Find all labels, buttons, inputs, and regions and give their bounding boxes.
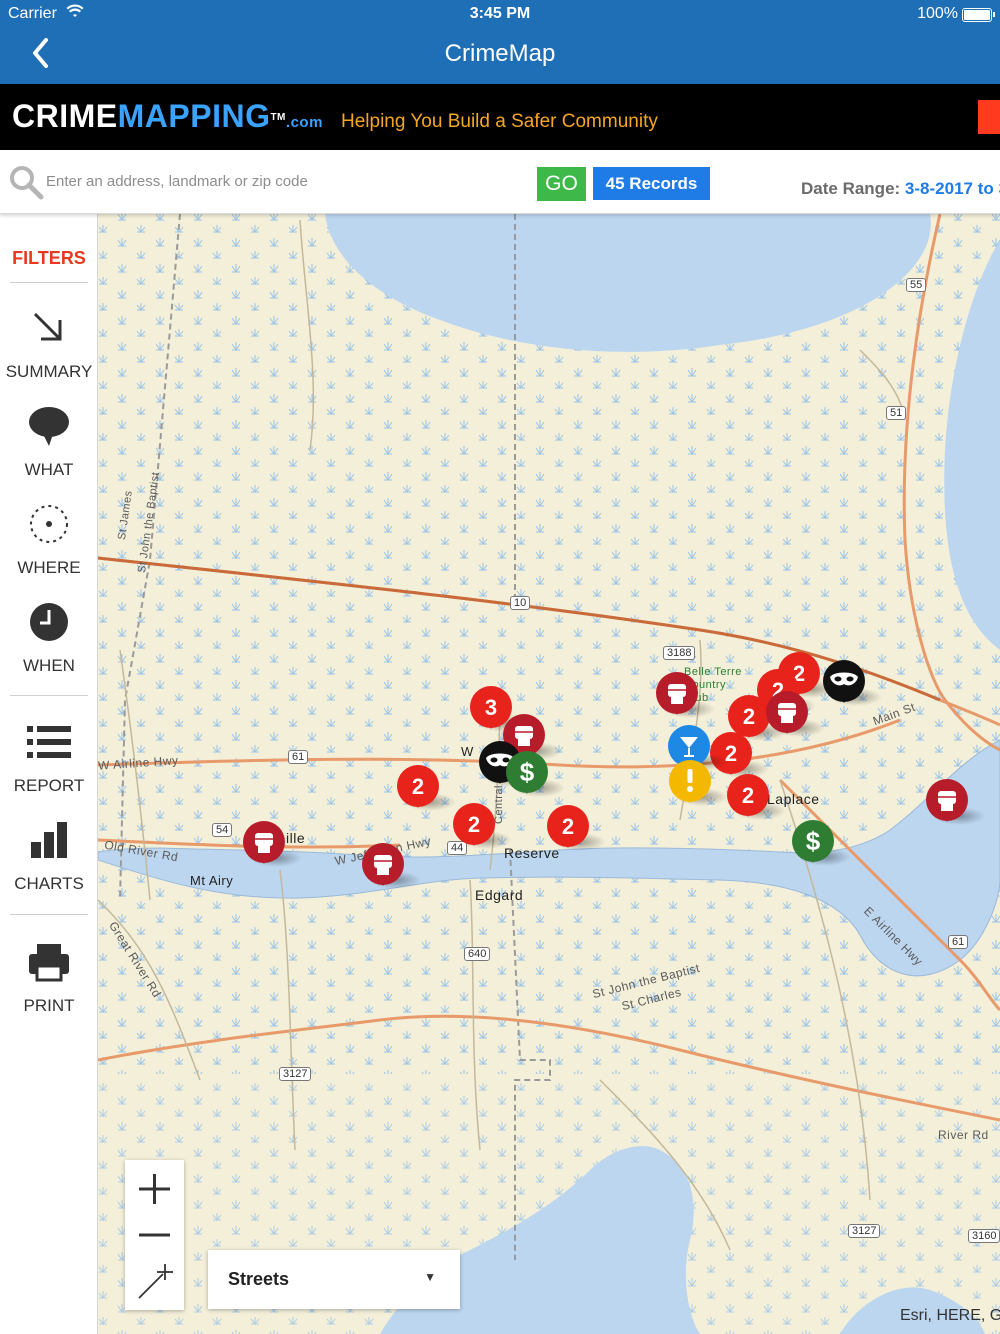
printer-icon <box>29 944 69 982</box>
highway-shield: 61 <box>948 935 969 949</box>
sidebar-item-report[interactable]: REPORT <box>0 720 98 796</box>
plus-icon <box>139 1174 170 1204</box>
highway-shield: 3188 <box>663 646 696 660</box>
location-target-icon <box>30 505 68 543</box>
sidebar-item-label: REPORT <box>13 776 85 795</box>
highway-shield: 10 <box>510 596 531 610</box>
records-button[interactable]: 45 Records <box>593 167 710 200</box>
sidebar-item-summary[interactable]: SUMMARY <box>0 306 98 382</box>
sidebar-item-charts[interactable]: CHARTS <box>0 818 98 894</box>
map-attribution: Esri, HERE, G <box>900 1307 1000 1324</box>
mask-icon <box>830 672 858 686</box>
crime-map[interactable]: Laplace Reserve Edgard Mt Airy ille W Ai… <box>98 214 1000 1334</box>
sidebar-item-label: CHARTS <box>14 874 84 893</box>
page-title: CrimeMap <box>444 40 556 67</box>
sidebar-item-label: SUMMARY <box>5 362 93 381</box>
cluster-count: 2 <box>562 814 574 839</box>
map-label: Mt Airy <box>190 873 234 888</box>
nav-bar: Carrier 3:45 PM 100% CrimeMap <box>0 0 1000 84</box>
basemap-select[interactable]: Streets ▼ <box>208 1250 460 1309</box>
sidebar-item-what[interactable]: WHAT <box>0 404 98 480</box>
minus-icon <box>139 1233 170 1237</box>
cluster-count: 3 <box>485 695 497 720</box>
sidebar-divider <box>10 282 88 283</box>
exclamation-icon <box>687 769 693 792</box>
cluster-count: 2 <box>743 704 755 729</box>
cluster-count: 2 <box>742 783 754 808</box>
svg-text:$: $ <box>520 757 535 787</box>
dollar-icon: $ <box>806 826 821 856</box>
dollar-icon: $ <box>520 757 535 787</box>
sidebar-item-label: WHAT <box>24 460 74 479</box>
logo-com: .com <box>285 114 323 131</box>
map-label: Reserve <box>504 845 560 861</box>
map-label: Edgard <box>475 887 524 903</box>
banner-tagline: Helping You Build a Safer Community <box>341 111 658 132</box>
sidebar: FILTERS SUMMARY WHAT WHERE WHEN REPORT C… <box>0 214 98 1334</box>
date-range[interactable]: Date Range: 3-8-2017 to 3 <box>801 179 1000 199</box>
filters-header[interactable]: FILTERS <box>0 248 98 269</box>
map-canvas[interactable] <box>98 214 1000 1334</box>
sidebar-item-label: PRINT <box>23 996 75 1015</box>
clock-label: 3:45 PM <box>469 5 531 22</box>
sidebar-item-print[interactable]: PRINT <box>0 940 98 1016</box>
magic-wand-icon <box>138 1264 173 1299</box>
address-search-input[interactable] <box>46 164 526 198</box>
date-range-value[interactable]: 3-8-2017 to 3 <box>905 179 1000 198</box>
battery-icon <box>962 8 995 22</box>
highway-shield: 51 <box>886 406 907 420</box>
clock-icon <box>30 603 68 641</box>
map-label: ille <box>286 830 306 846</box>
sidebar-item-where[interactable]: WHERE <box>0 502 98 578</box>
sidebar-divider <box>10 914 88 915</box>
highway-shield: 3127 <box>848 1224 881 1238</box>
sidebar-item-label: WHEN <box>23 656 75 675</box>
magic-wand-button[interactable] <box>125 1258 184 1308</box>
basemap-value: Streets <box>228 1269 290 1289</box>
status-bar: Carrier 3:45 PM 100% <box>0 4 1000 28</box>
highway-shield: 3127 <box>279 1067 312 1081</box>
arrow-down-right-icon <box>33 312 62 341</box>
search-bar: GO 45 Records Date Range: 3-8-2017 to 3 <box>0 150 1000 214</box>
zoom-in-button[interactable] <box>125 1164 184 1214</box>
logo-tm: TM <box>270 112 286 123</box>
svg-text:$: $ <box>806 826 821 856</box>
go-button[interactable]: GO <box>537 167 586 201</box>
map-label: River Rd <box>938 1128 989 1142</box>
zoom-control <box>125 1160 184 1310</box>
logo-text-crime: CRIME <box>12 98 118 134</box>
bar-chart-icon <box>31 822 67 858</box>
date-range-label: Date Range: <box>801 179 905 198</box>
battery-percent: 100% <box>917 5 958 22</box>
highway-shield: 54 <box>212 823 233 837</box>
list-icon <box>27 726 71 758</box>
crimemapping-banner[interactable]: CRIMEMAPPINGTM.com Helping You Build a S… <box>0 84 1000 150</box>
speech-bubble-icon <box>29 407 69 446</box>
highway-shield: 640 <box>464 947 491 961</box>
dropdown-arrow-icon: ▼ <box>424 1270 436 1284</box>
crimemapping-logo: CRIMEMAPPINGTM.com <box>12 96 323 143</box>
sidebar-divider <box>10 695 88 696</box>
cluster-count: 2 <box>412 774 424 799</box>
search-icon[interactable] <box>8 164 44 200</box>
sidebar-item-when[interactable]: WHEN <box>0 600 98 676</box>
map-label: W <box>461 744 474 759</box>
highway-shield: 3160 <box>968 1229 1000 1243</box>
highway-shield: 61 <box>288 750 309 764</box>
highway-shield: 55 <box>906 278 927 292</box>
zoom-out-button[interactable] <box>125 1210 184 1260</box>
logo-text-mapping: MAPPING <box>117 98 271 134</box>
cluster-count: 2 <box>468 812 480 837</box>
sidebar-item-label: WHERE <box>17 558 81 577</box>
banner-red-tab[interactable] <box>978 100 1000 134</box>
